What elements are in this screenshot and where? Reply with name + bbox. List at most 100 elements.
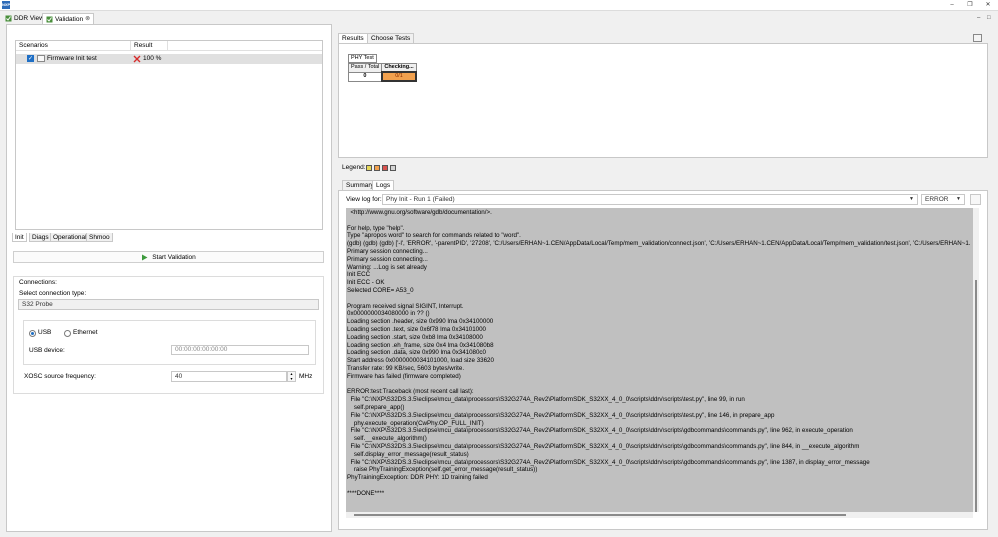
connections-title: Connections: [19, 279, 57, 286]
usb-radio[interactable] [29, 330, 36, 337]
log-line: raise PhyTrainingException(self.get_erro… [347, 466, 538, 474]
results-panel: PHY Test Pass / Total Checking... 0 0/1 [338, 43, 988, 158]
xosc-label: XOSC source frequency: [24, 373, 96, 380]
table-header: Scenarios Result [16, 41, 322, 51]
export-icon[interactable] [973, 34, 982, 42]
legend-swatch-orange [374, 165, 380, 171]
log-line: phy.execute_operation(CwPhy.OP_FULL_INIT… [347, 419, 484, 427]
spin-down-icon[interactable]: ▼ [288, 377, 295, 382]
xosc-unit: MHz [299, 373, 313, 380]
checking-header: Checking... [381, 63, 417, 73]
validation-icon [46, 16, 53, 23]
tab-logs[interactable]: Logs [372, 180, 395, 190]
log-line: File "C:\NXP\S32DS.3.5\eclipse\mcu_data\… [347, 442, 860, 450]
save-log-icon[interactable] [970, 194, 981, 205]
log-line: Loading section .eh_frame, size 0x4 lma … [347, 341, 494, 349]
phy-test-title: PHY Test [348, 54, 377, 63]
log-lines: <http://www.gnu.org/software/gdb/documen… [346, 208, 973, 497]
tab-diags[interactable]: Diags [29, 233, 52, 242]
chevron-down-icon: ▼ [956, 196, 961, 202]
scenarios-table: Scenarios Result ✓ Firmware Init test 10… [15, 40, 323, 230]
column-header-scenarios[interactable]: Scenarios [16, 41, 131, 51]
log-line: ****DONE**** [347, 489, 385, 497]
restore-icon[interactable]: ❐ [961, 0, 979, 10]
ethernet-radio[interactable] [64, 330, 71, 337]
log-output[interactable]: <http://www.gnu.org/software/gdb/documen… [346, 208, 973, 512]
row-checkbox[interactable]: ✓ [27, 55, 34, 62]
close-tab-icon[interactable]: ⊗ [85, 14, 90, 25]
log-line: Transfer rate: 99 KB/sec, 5603 bytes/wri… [347, 364, 465, 372]
usb-radio-label: USB [38, 329, 52, 336]
tab-init[interactable]: Init [12, 233, 27, 242]
minimize-view-icon[interactable]: – [977, 15, 986, 22]
pass-total-value: 0 [347, 71, 383, 82]
table-row[interactable]: ✓ Firmware Init test 100 % [16, 54, 322, 64]
vertical-scroll-thumb[interactable] [975, 280, 977, 512]
connection-type-field[interactable]: S32 Probe [18, 299, 319, 310]
connection-type-label: Select connection type: [19, 290, 87, 297]
phy-test-table: Pass / Total Checking... 0 0/1 [347, 63, 418, 82]
log-line: For help, type "help". [347, 224, 405, 232]
xosc-spinner[interactable]: ▲ ▼ [287, 371, 296, 382]
log-line: File "C:\NXP\S32DS.3.5\eclipse\mcu_data\… [347, 427, 853, 435]
log-line: Start address 0x0000000034101000, load s… [347, 357, 494, 365]
ddr-view-icon [5, 15, 12, 22]
view-log-select[interactable]: Phy Init - Run 1 (Failed) ▼ [382, 194, 918, 205]
log-line: Primary session connecting... [347, 255, 428, 263]
app-icon: NXP [2, 1, 11, 9]
usb-settings-group [23, 320, 316, 365]
column-header-result[interactable]: Result [131, 41, 168, 51]
title-bar [0, 0, 998, 11]
log-line: Primary session connecting... [347, 247, 428, 255]
start-validation-label: Start Validation [152, 253, 196, 261]
tab-choose-tests[interactable]: Choose Tests [367, 33, 415, 43]
xosc-frequency-input[interactable]: 40 [171, 371, 287, 382]
log-line: <http://www.gnu.org/software/gdb/documen… [347, 209, 492, 216]
fail-x-icon [133, 55, 141, 63]
log-level-select[interactable]: ERROR ▼ [921, 194, 965, 205]
legend-swatch-red [382, 165, 388, 171]
close-window-icon[interactable]: ✕ [979, 0, 997, 10]
ethernet-radio-label: Ethernet [73, 329, 98, 336]
maximize-view-icon[interactable]: □ [987, 15, 996, 22]
tab-validation[interactable]: Validation ⊗ [42, 13, 94, 24]
log-line: File "C:\NXP\S32DS.3.5\eclipse\mcu_data\… [347, 458, 870, 466]
log-line: self.prepare_app() [347, 403, 405, 411]
log-line: (gdb) (gdb) (gdb) ['-l', 'ERROR', '-pare… [347, 240, 971, 248]
play-icon [141, 254, 148, 261]
log-line: Warning: ...Log is set already [347, 263, 427, 271]
log-line: Firmware has failed (firmware completed) [347, 372, 461, 380]
log-line: File "C:\NXP\S32DS.3.5\eclipse\mcu_data\… [347, 411, 775, 419]
log-line: 0x0000000034080000 in ?? () [347, 310, 430, 318]
tab-results[interactable]: Results [338, 33, 368, 43]
usb-device-field[interactable]: 00:00:00:00:00:00 [171, 345, 309, 355]
view-log-label: View log for: [346, 196, 382, 203]
log-line: File "C:\NXP\S32DS.3.5\eclipse\mcu_data\… [347, 396, 745, 404]
legend-label: Legend: [342, 164, 366, 171]
log-line: self.display_error_message(result_status… [347, 450, 469, 458]
log-line: Init ECC - OK [347, 279, 385, 287]
horizontal-scroll-thumb[interactable] [354, 514, 846, 516]
scenario-result: 100 % [143, 55, 162, 62]
log-line: Loading section .start, size 0xb8 lma 0x… [347, 333, 483, 341]
minimize-icon[interactable]: – [943, 0, 961, 10]
log-line: Type "apropos word" to search for comman… [347, 232, 521, 240]
start-validation-button[interactable]: Start Validation [13, 251, 324, 263]
pass-total-header: Pass / Total [347, 63, 383, 73]
scenario-icon [37, 55, 45, 62]
log-line: Init ECC [347, 271, 371, 279]
log-line: Selected CORE= A53_0 [347, 286, 414, 294]
legend-swatch-gray [390, 165, 396, 171]
log-line: Program received signal SIGINT, Interrup… [347, 302, 464, 310]
log-line: Loading section .header, size 0x990 lma … [347, 318, 494, 326]
log-line: Loading section .text, size 0x6f78 lma 0… [347, 325, 486, 333]
tab-label: DDR View [14, 15, 44, 22]
checking-value[interactable]: 0/1 [380, 71, 418, 82]
tab-operational[interactable]: Operational [50, 233, 90, 242]
tab-shmoo[interactable]: Shmoo [86, 233, 113, 242]
legend-swatch-yellow [366, 165, 372, 171]
tab-ddr-view[interactable]: DDR View [2, 13, 47, 24]
